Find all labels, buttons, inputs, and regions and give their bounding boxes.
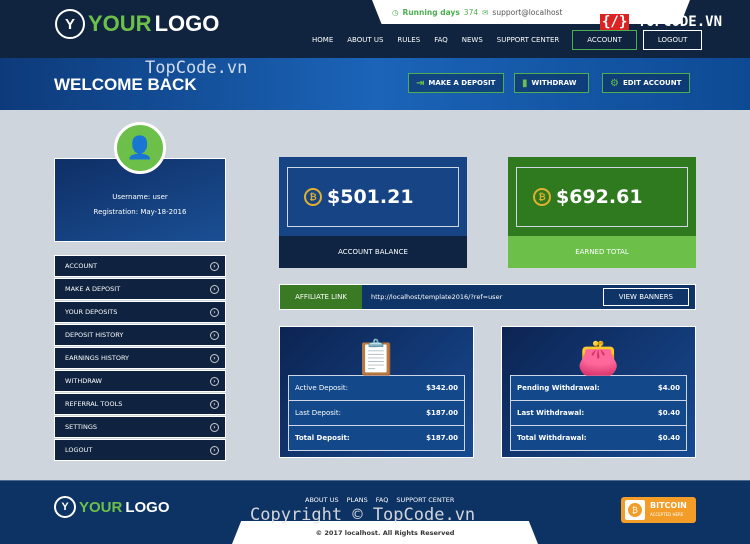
table-row: Total Withdrawal: $0.40: [509, 425, 687, 451]
make-deposit-button[interactable]: ⇥ MAKE A DEPOSIT: [408, 73, 504, 93]
avatar-icon: 👤: [114, 122, 166, 174]
chevron-right-icon: ›: [210, 445, 219, 455]
account-balance-card: ₿ $501.21 ACCOUNT BALANCE: [279, 157, 467, 268]
earned-total-value: $692.61: [556, 186, 643, 208]
username: Username: user: [112, 193, 168, 201]
watermark-topcode: {/} TOPCODE.VN: [600, 14, 723, 30]
chevron-right-icon: ›: [210, 376, 219, 386]
sidebar-item-earnings-history[interactable]: EARNINGS HISTORY ›: [54, 347, 226, 369]
account-balance-label: ACCOUNT BALANCE: [279, 236, 467, 268]
bitcoin-accepted-badge: ₿ BITCOIN ACCEPTED HERE: [621, 497, 696, 523]
deposit-icon: ⇥: [416, 77, 425, 89]
table-row: Last Deposit: $187.00: [288, 400, 466, 426]
withdraw-button[interactable]: ▮ WITHDRAW: [514, 73, 589, 93]
nav-news[interactable]: NEWS: [455, 36, 490, 44]
table-row: Pending Withdrawal: $4.00: [509, 375, 687, 401]
sidebar-item-settings[interactable]: SETTINGS ›: [54, 416, 226, 438]
affiliate-url[interactable]: http://localhost/template2016/?ref=user: [362, 293, 603, 301]
gear-icon: ⚙: [610, 77, 619, 89]
registration-date: Registration: May-18-2016: [93, 208, 187, 216]
chevron-right-icon: ›: [210, 284, 219, 294]
chevron-right-icon: ›: [210, 261, 219, 271]
chevron-right-icon: ›: [210, 353, 219, 363]
nav-support[interactable]: SUPPORT CENTER: [490, 36, 566, 44]
table-row: Active Deposit: $342.00: [288, 375, 466, 401]
logo-icon: Y: [55, 9, 85, 39]
chevron-right-icon: ›: [210, 307, 219, 317]
nav-rules[interactable]: RULES: [390, 36, 427, 44]
footer-link-plans[interactable]: PLANS: [347, 496, 368, 504]
account-balance-value: $501.21: [327, 186, 414, 208]
welcome-title: WELCOME BACK: [54, 75, 197, 94]
sidebar-item-make-deposit[interactable]: MAKE A DEPOSIT ›: [54, 278, 226, 300]
footer-link-about[interactable]: ABOUT US: [305, 496, 339, 504]
running-days-label: Running days: [402, 7, 460, 17]
footer-nav: ABOUT US PLANS FAQ SUPPORT CENTER: [305, 496, 454, 504]
deposit-stats: 📋 Active Deposit: $342.00 Last Deposit: $1…: [279, 326, 474, 458]
clipboard-chart-icon: 📋: [355, 338, 398, 378]
withdrawal-stats: 👛 Pending Withdrawal: $4.00 Last Withdraw…: [501, 326, 696, 458]
logo-icon: Y: [54, 496, 76, 518]
table-row: Total Deposit: $187.00: [288, 425, 466, 451]
logo-text-a: YOUR: [88, 11, 152, 36]
welcome-banner: TopCode.vn WELCOME BACK ⇥ MAKE A DEPOSIT …: [0, 58, 750, 110]
chevron-right-icon: ›: [210, 330, 219, 340]
sidebar-item-withdraw[interactable]: WITHDRAW ›: [54, 370, 226, 392]
nav-faq[interactable]: FAQ: [427, 36, 455, 44]
nav-home[interactable]: HOME: [305, 36, 340, 44]
footer-logo[interactable]: Y YOUR LOGO: [54, 496, 170, 518]
wallet-icon: ▮: [522, 77, 528, 89]
earned-total-card: ₿ $692.61 EARNED TOTAL: [508, 157, 696, 268]
account-button[interactable]: ACCOUNT: [572, 30, 637, 50]
logo[interactable]: Y YOUR LOGO: [55, 9, 219, 39]
support-email[interactable]: support@localhost: [492, 8, 562, 17]
sidebar-item-your-deposits[interactable]: YOUR DEPOSITS ›: [54, 301, 226, 323]
chevron-right-icon: ›: [210, 399, 219, 409]
logo-text-b: LOGO: [154, 11, 220, 36]
edit-account-button[interactable]: ⚙ EDIT ACCOUNT: [602, 73, 690, 93]
running-days-value: 374: [463, 7, 479, 17]
footer-link-support[interactable]: SUPPORT CENTER: [396, 496, 454, 504]
table-row: Last Withdrawal: $0.40: [509, 400, 687, 426]
bitcoin-icon: ₿: [533, 188, 551, 206]
sidebar-item-account[interactable]: ACCOUNT ›: [54, 255, 226, 277]
sidebar-item-deposit-history[interactable]: DEPOSIT HISTORY ›: [54, 324, 226, 346]
wallet-icon: 👛: [577, 338, 620, 378]
clock-icon: ◷: [392, 7, 399, 17]
view-banners-button[interactable]: VIEW BANNERS: [602, 288, 689, 306]
logout-button[interactable]: LOGOUT: [642, 30, 703, 50]
earned-total-label: EARNED TOTAL: [508, 236, 696, 268]
chevron-right-icon: ›: [210, 422, 219, 432]
sidebar-item-referral-tools[interactable]: REFERRAL TOOLS ›: [54, 393, 226, 415]
mail-icon: ✉: [482, 7, 489, 17]
footer-link-faq[interactable]: FAQ: [376, 496, 389, 504]
watermark-copyright: Copyright © TopCode.vn: [250, 505, 476, 525]
main-nav: HOME ABOUT US RULES FAQ NEWS SUPPORT CEN…: [305, 30, 703, 50]
sidebar-item-logout[interactable]: LOGOUT ›: [54, 439, 226, 461]
bitcoin-icon: ₿: [628, 503, 642, 517]
affiliate-bar: AFFILIATE LINK http://localhost/template…: [279, 284, 696, 310]
bitcoin-icon: ₿: [304, 188, 322, 206]
nav-about[interactable]: ABOUT US: [340, 36, 390, 44]
affiliate-label: AFFILIATE LINK: [280, 285, 362, 309]
